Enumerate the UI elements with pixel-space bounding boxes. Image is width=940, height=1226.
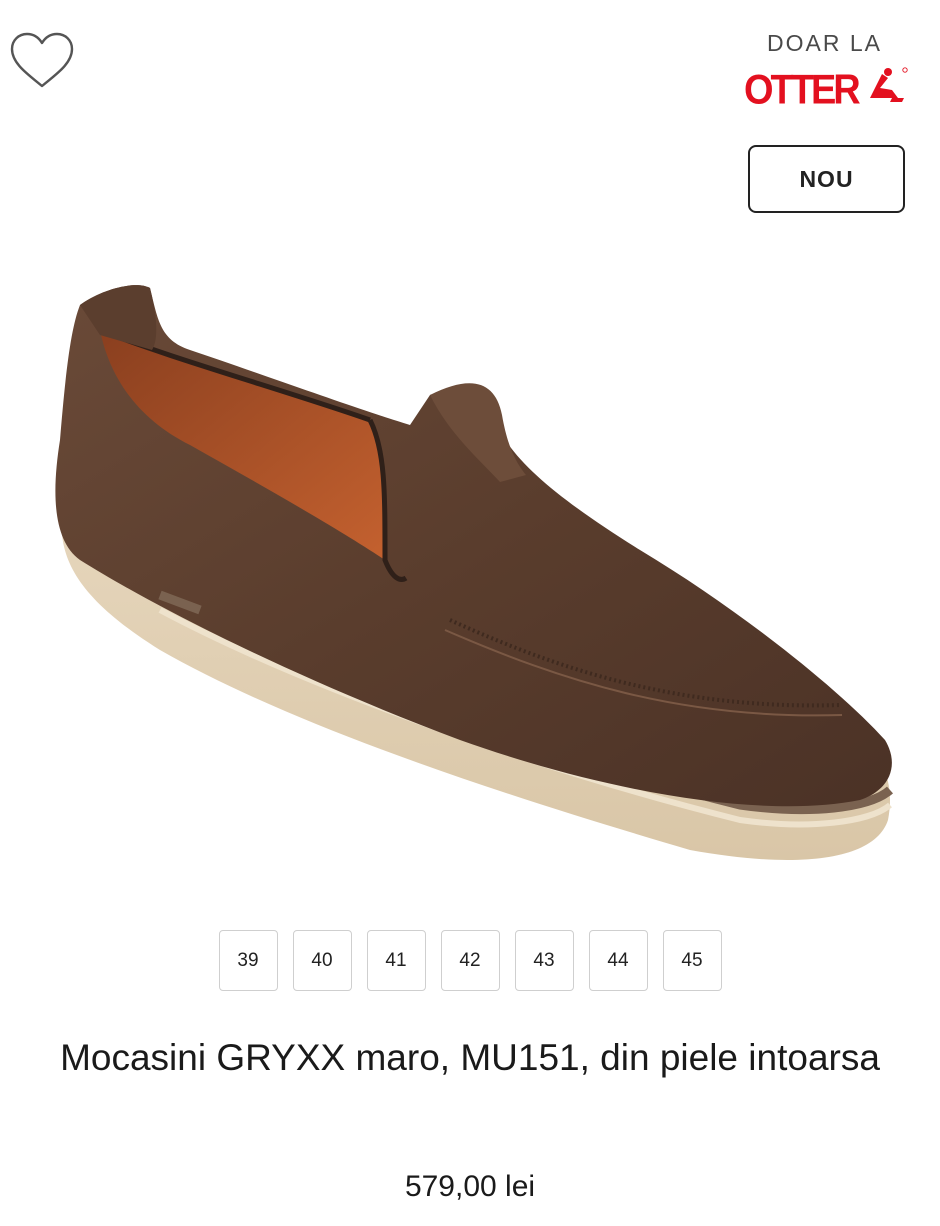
- size-option[interactable]: 40: [292, 930, 352, 991]
- wishlist-button[interactable]: [8, 30, 76, 92]
- size-option[interactable]: 44: [588, 930, 648, 991]
- size-selector: 39 40 41 42 43 44 45: [0, 930, 940, 991]
- size-option[interactable]: 42: [440, 930, 500, 991]
- size-option[interactable]: 39: [218, 930, 278, 991]
- exclusive-label: DOAR LA: [767, 30, 882, 56]
- shoe-illustration: [55, 285, 894, 860]
- otter-brand-logo: OTTER: [744, 67, 908, 108]
- heart-outline-icon: [10, 32, 74, 88]
- product-image[interactable]: [40, 260, 910, 880]
- product-card[interactable]: DOAR LA OTTER NOU 39 40 41 42 43 44 45 M…: [0, 0, 940, 1226]
- size-option[interactable]: 41: [366, 930, 426, 991]
- svg-text:OTTER: OTTER: [744, 67, 861, 108]
- product-title[interactable]: Mocasini GRYXX maro, MU151, din piele in…: [40, 1032, 900, 1084]
- size-option[interactable]: 43: [514, 930, 574, 991]
- new-badge: NOU: [748, 145, 905, 213]
- size-option[interactable]: 45: [662, 930, 722, 991]
- product-price: 579,00 lei: [404, 1170, 536, 1203]
- exclusive-store-tag: DOAR LA OTTER: [738, 30, 908, 108]
